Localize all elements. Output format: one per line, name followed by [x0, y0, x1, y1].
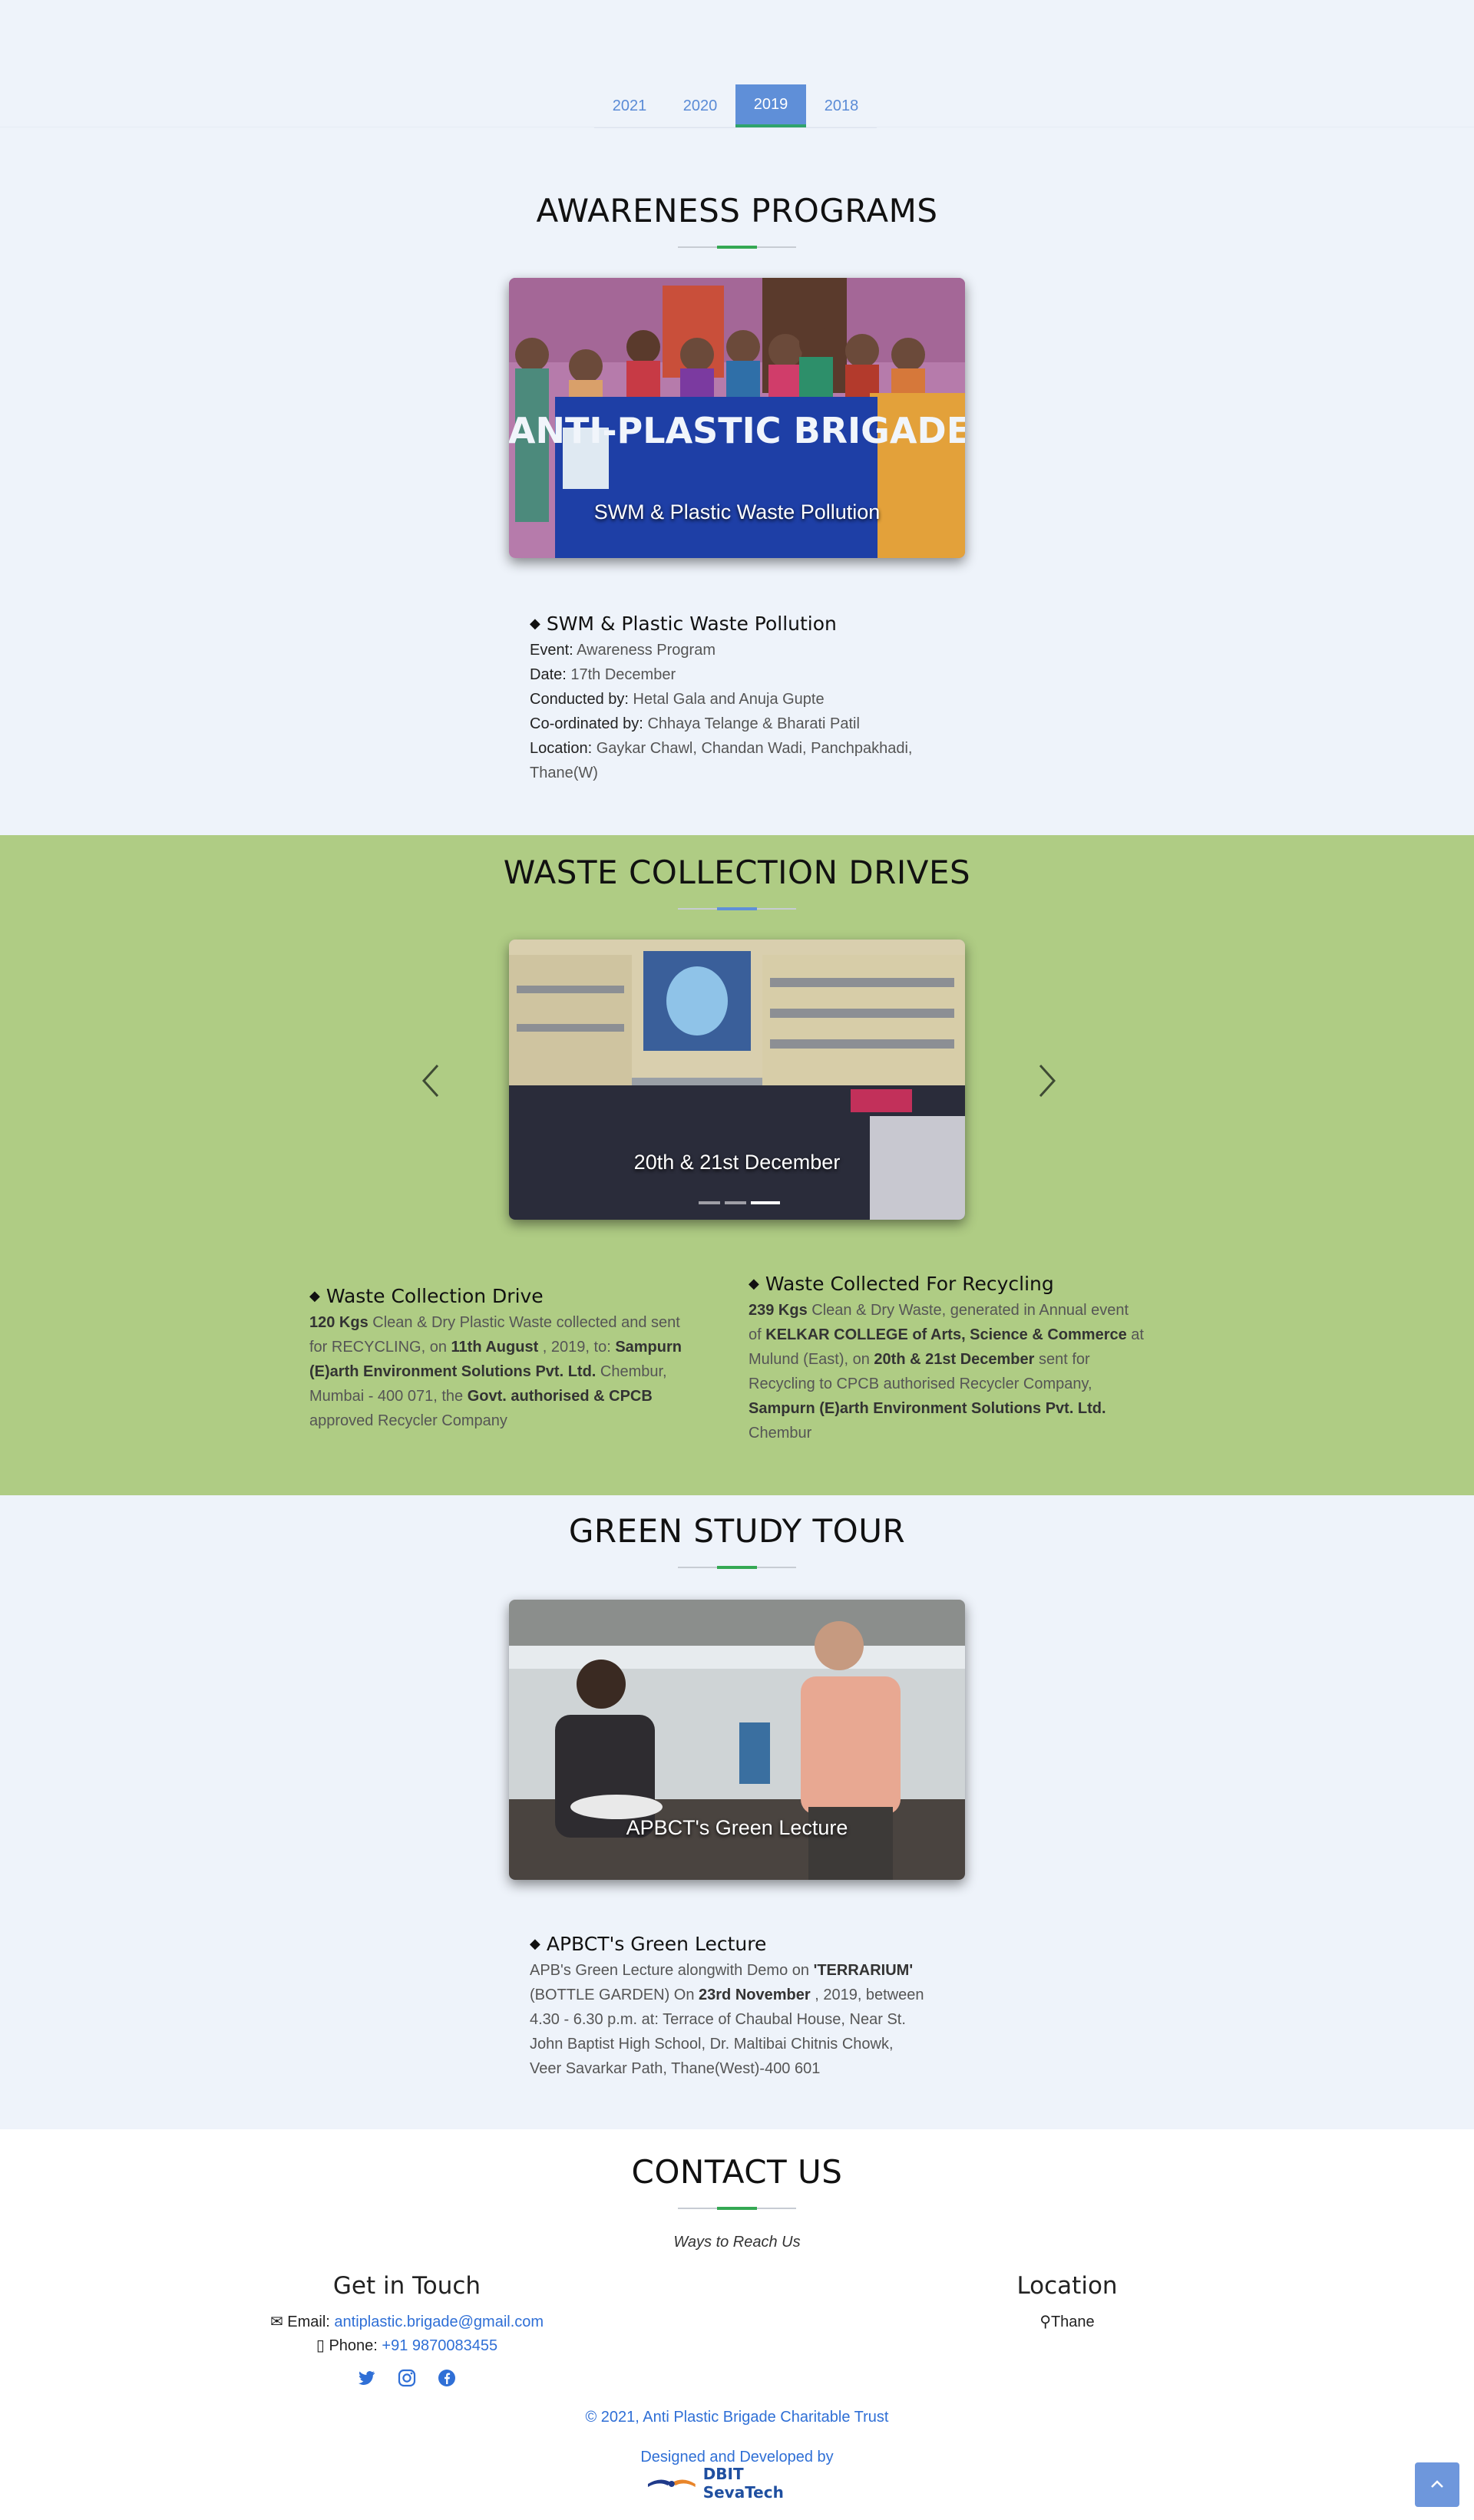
instagram-icon[interactable] — [397, 2368, 417, 2388]
brand-name: DBIT SevaTech — [702, 2465, 784, 2502]
conducted-row: Conducted by: Hetal Gala and Anuja Gupte — [530, 691, 825, 708]
diamond-icon: ◆ — [530, 1936, 540, 1952]
tab-2020[interactable]: 2020 — [665, 84, 735, 127]
tab-2018[interactable]: 2018 — [806, 84, 877, 127]
awareness-title: AWARENESS PROGRAMS — [536, 192, 938, 230]
carousel-indicator-active[interactable] — [751, 1201, 780, 1204]
waste-photo: 20th & 21st December — [509, 940, 965, 1220]
waste-photo-caption: 20th & 21st December — [633, 1151, 841, 1174]
title-underline — [678, 907, 796, 910]
diamond-icon: ◆ — [309, 1288, 320, 1304]
waste-right-card-title: ◆ Waste Collected For Recycling — [749, 1273, 1054, 1295]
event-row: Event: Awareness Program — [530, 642, 716, 659]
waste-left-card-title: ◆ Waste Collection Drive — [309, 1285, 544, 1307]
date-row: Date: 17th December — [530, 666, 676, 683]
svg-text:ANTI-PLASTIC BRIGADE: ANTI-PLASTIC BRIGADE — [509, 410, 965, 451]
awareness-card-title: ◆ SWM & Plastic Waste Pollution — [530, 613, 837, 635]
tour-photo: APBCT's Green Lecture — [509, 1600, 965, 1880]
location-row: ⚲Thane — [1039, 2314, 1095, 2330]
awareness-photo: ANTI-PLASTIC BRIGADE SWM & Plastic Waste… — [509, 278, 965, 558]
phone-icon: ▯ — [316, 2337, 325, 2354]
get-in-touch-heading: Get in Touch — [332, 2272, 481, 2300]
contact-subtitle: Ways to Reach Us — [673, 2234, 801, 2251]
chevron-up-icon — [1431, 2480, 1443, 2488]
waste-photo-image — [509, 940, 965, 1220]
carousel-indicators — [699, 1201, 780, 1204]
carousel-prev-icon[interactable] — [415, 1058, 445, 1104]
email-link[interactable]: antiplastic.brigade@gmail.com — [334, 2314, 544, 2330]
title-underline — [678, 1566, 796, 1569]
social-links — [357, 2368, 457, 2388]
designed-by: Designed and Developed by — [640, 2449, 834, 2466]
location-heading: Location — [1016, 2272, 1118, 2300]
title-underline — [678, 2207, 796, 2210]
phone-link[interactable]: +91 9870083455 — [382, 2337, 497, 2354]
logo-hands-icon — [647, 2479, 696, 2487]
dbit-sevatech-logo[interactable]: DBIT SevaTech — [645, 2465, 829, 2502]
contact-title: CONTACT US — [631, 2153, 843, 2191]
tab-2021[interactable]: 2021 — [594, 84, 665, 127]
tab-2019[interactable]: 2019 — [735, 84, 806, 127]
tour-card: ◆ APBCT's Green Lecture APB's Green Lectu… — [530, 1933, 960, 2081]
map-pin-icon: ⚲ — [1039, 2314, 1051, 2330]
phone-row: ▯ Phone: +91 9870083455 — [316, 2337, 498, 2354]
diamond-icon: ◆ — [749, 1276, 759, 1292]
awareness-card: ◆ SWM & Plastic Waste Pollution Event: Aw… — [530, 613, 960, 785]
tour-title: GREEN STUDY TOUR — [568, 1512, 906, 1550]
year-tabs: 2021 2020 2019 2018 — [594, 84, 877, 128]
copyright: © 2021, Anti Plastic Brigade Charitable … — [585, 2409, 889, 2426]
tour-photo-caption: APBCT's Green Lecture — [626, 1816, 848, 1839]
diamond-icon: ◆ — [530, 616, 540, 632]
waste-left-card: ◆ Waste Collection Drive 120 Kgs Clean & … — [309, 1285, 724, 1433]
tour-card-title: ◆ APBCT's Green Lecture — [530, 1933, 767, 1955]
email-row: ✉ Email: antiplastic.brigade@gmail.com — [269, 2314, 544, 2330]
twitter-icon[interactable] — [357, 2368, 377, 2388]
title-underline — [678, 246, 796, 249]
facebook-icon[interactable] — [437, 2368, 457, 2388]
carousel-next-icon[interactable] — [1033, 1058, 1063, 1104]
carousel-indicator[interactable] — [725, 1201, 746, 1204]
awareness-photo-caption: SWM & Plastic Waste Pollution — [593, 500, 881, 523]
carousel-indicator[interactable] — [699, 1201, 720, 1204]
location-row-2: Thane(W) — [530, 765, 598, 781]
waste-title: WASTE COLLECTION DRIVES — [503, 854, 971, 891]
envelope-icon: ✉ — [269, 2314, 283, 2330]
coordinated-row: Co-ordinated by: Chhaya Telange & Bharat… — [530, 715, 860, 732]
waste-right-card: ◆ Waste Collected For Recycling 239 Kgs C… — [749, 1273, 1178, 1445]
scroll-to-top-button[interactable] — [1415, 2462, 1459, 2507]
location-row: Location: Gaykar Chawl, Chandan Wadi, Pa… — [530, 740, 913, 757]
